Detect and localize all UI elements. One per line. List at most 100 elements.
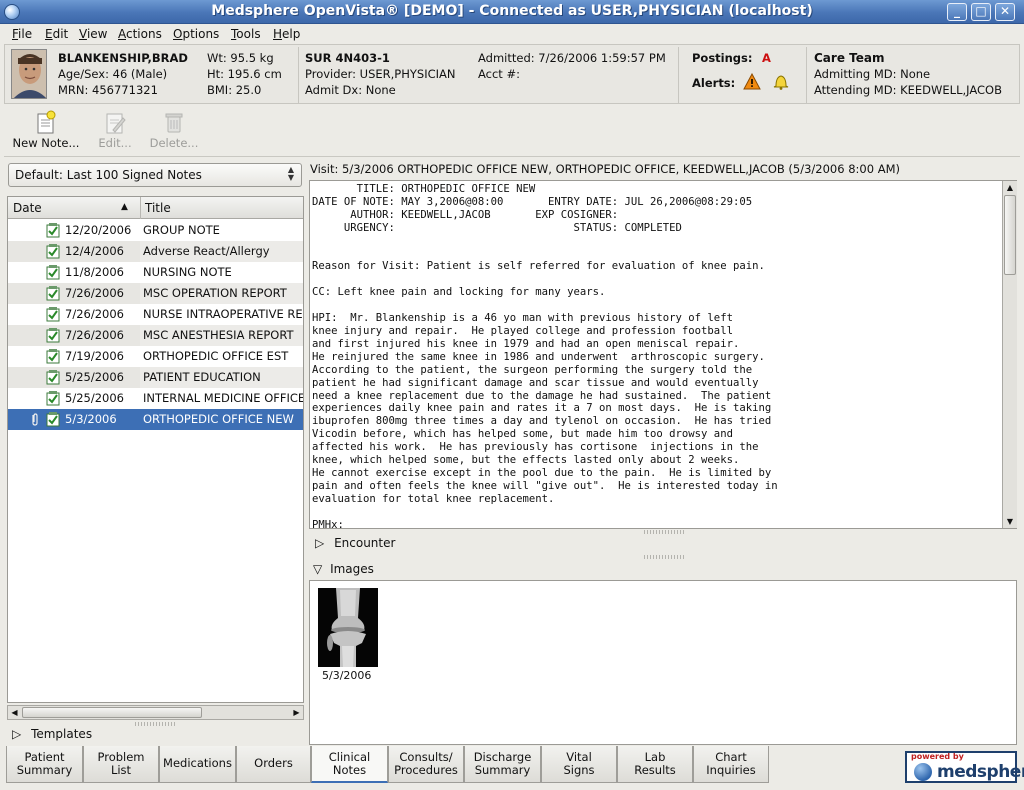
note-text-area[interactable]: TITLE: ORTHOPEDIC OFFICE NEW DATE OF NOT… <box>309 180 1017 529</box>
column-header-title[interactable]: Title <box>145 201 171 215</box>
tab-lab-results[interactable]: Lab Results <box>617 746 693 783</box>
note-title: ORTHOPEDIC OFFICE NEW <box>143 412 294 426</box>
notes-list-header: Date ▲ Title <box>8 197 303 219</box>
menu-help[interactable]: Help <box>273 27 300 41</box>
note-vertical-scrollbar[interactable]: ▲ ▼ <box>1002 181 1017 528</box>
new-note-button[interactable]: New Note... <box>12 110 80 150</box>
note-title: NURSE INTRAOPERATIVE REPORT <box>143 307 303 321</box>
menu-view[interactable]: View <box>79 27 107 41</box>
note-row[interactable]: 5/25/2006 INTERNAL MEDICINE OFFICE NOTE <box>8 388 303 409</box>
menu-file[interactable]: File <box>12 27 32 41</box>
patient-location: SUR 4N403-1 <box>305 51 390 65</box>
images-panel: 5/3/2006 <box>309 580 1017 745</box>
note-date: 11/8/2006 <box>65 265 124 279</box>
signed-note-icon <box>46 412 60 427</box>
signed-note-icon <box>46 286 60 301</box>
signed-note-icon <box>46 244 60 259</box>
note-date: 7/26/2006 <box>65 307 124 321</box>
knee-xray-thumbnail[interactable] <box>318 588 378 667</box>
sort-ascending-icon: ▲ <box>121 202 128 212</box>
minimize-button[interactable]: _ <box>947 3 967 21</box>
pane-resize-grip[interactable] <box>135 722 175 726</box>
edit-note-button[interactable]: Edit... <box>92 110 138 150</box>
note-row[interactable]: 7/26/2006 MSC ANESTHESIA REPORT <box>8 325 303 346</box>
edit-note-label: Edit... <box>98 136 132 150</box>
admitting-md: Admitting MD: None <box>814 67 931 81</box>
header-divider <box>298 47 299 103</box>
notes-rows: 12/20/2006 GROUP NOTE 12/4/2006 Adverse Rea… <box>8 220 303 450</box>
note-body[interactable]: TITLE: ORTHOPEDIC OFFICE NEW DATE OF NOT… <box>312 183 998 528</box>
powered-by-text: powered by <box>911 752 964 761</box>
note-row[interactable]: 7/26/2006 NURSE INTRAOPERATIVE REPORT <box>8 304 303 325</box>
note-row[interactable]: 7/26/2006 MSC OPERATION REPORT <box>8 283 303 304</box>
maximize-button[interactable]: □ <box>971 3 991 21</box>
image-date-caption: 5/3/2006 <box>322 669 372 682</box>
tab-problem-list[interactable]: Problem List <box>83 746 159 783</box>
column-divider[interactable] <box>140 197 141 219</box>
delete-note-label: Delete... <box>149 136 199 150</box>
notes-filter-value: Default: Last 100 Signed Notes <box>15 168 202 182</box>
note-title: PATIENT EDUCATION <box>143 370 261 384</box>
tab-medications[interactable]: Medications <box>159 746 236 783</box>
tab-chart-inquiries[interactable]: Chart Inquiries <box>693 746 769 783</box>
scroll-thumb[interactable] <box>1004 195 1016 275</box>
menu-actions[interactable]: Actions <box>118 27 162 41</box>
signed-note-icon <box>46 307 60 322</box>
note-date: 12/4/2006 <box>65 244 124 258</box>
tab-consults-procedures[interactable]: Consults/ Procedures <box>388 746 464 783</box>
encounter-expander[interactable]: ▷ Encounter <box>315 536 395 550</box>
close-button[interactable]: ✕ <box>995 3 1015 21</box>
tab-discharge-summary[interactable]: Discharge Summary <box>464 746 541 783</box>
tab-clinical-notes[interactable]: Clinical Notes <box>311 746 388 783</box>
signed-note-icon <box>46 328 60 343</box>
images-expander[interactable]: ▽ Images <box>313 562 374 576</box>
scroll-right-icon[interactable]: ▶ <box>290 706 303 719</box>
tab-patient-summary[interactable]: Patient Summary <box>6 746 83 783</box>
edit-note-icon <box>104 110 126 134</box>
note-row[interactable]: 5/3/2006 ORTHOPEDIC OFFICE NEW <box>8 409 303 430</box>
notes-toolbar: New Note... Edit... Delete... <box>4 106 1020 156</box>
note-title: GROUP NOTE <box>143 223 220 237</box>
note-row[interactable]: 7/19/2006 ORTHOPEDIC OFFICE EST <box>8 346 303 367</box>
notes-list-horizontal-scrollbar[interactable]: ◀ ▶ <box>7 705 304 720</box>
postings-label[interactable]: Postings: <box>692 51 752 65</box>
column-header-date[interactable]: Date <box>13 201 42 215</box>
note-title: MSC ANESTHESIA REPORT <box>143 328 294 342</box>
expander-collapsed-icon: ▷ <box>12 727 22 741</box>
menu-tools[interactable]: Tools <box>231 27 261 41</box>
postings-flag[interactable]: A <box>762 51 771 65</box>
note-row[interactable]: 5/25/2006 PATIENT EDUCATION <box>8 367 303 388</box>
patient-provider: Provider: USER,PHYSICIAN <box>305 67 456 81</box>
patient-age-sex: Age/Sex: 46 (Male) <box>58 67 168 81</box>
toolbar-divider <box>4 156 1020 157</box>
notes-list[interactable]: Date ▲ Title 12/20/2006 GROUP NOTE 12/4/20… <box>7 196 304 703</box>
scroll-down-icon[interactable]: ▼ <box>1003 515 1017 528</box>
tab-vital-signs[interactable]: Vital Signs <box>541 746 617 783</box>
new-note-icon <box>35 110 57 134</box>
note-row[interactable]: 12/4/2006 Adverse React/Allergy <box>8 241 303 262</box>
window-titlebar: Medsphere OpenVista® [DEMO] - Connected … <box>0 0 1024 24</box>
scroll-thumb[interactable] <box>22 707 202 718</box>
note-row[interactable]: 12/20/2006 GROUP NOTE <box>8 220 303 241</box>
note-row[interactable]: 11/8/2006 NURSING NOTE <box>8 262 303 283</box>
notes-filter-select[interactable]: Default: Last 100 Signed Notes ▲ ▼ <box>8 163 302 187</box>
bell-icon[interactable] <box>772 73 790 93</box>
menu-options[interactable]: Options <box>173 27 219 41</box>
menu-edit[interactable]: Edit <box>45 27 68 41</box>
scroll-left-icon[interactable]: ◀ <box>8 706 21 719</box>
templates-expander[interactable]: ▷ Templates <box>12 727 92 741</box>
expander-expanded-icon: ▽ <box>313 562 323 576</box>
scroll-up-icon[interactable]: ▲ <box>1003 181 1017 194</box>
delete-note-button[interactable]: Delete... <box>146 110 202 150</box>
warning-icon[interactable] <box>743 72 761 93</box>
note-title: ORTHOPEDIC OFFICE EST <box>143 349 289 363</box>
pane-resize-grip[interactable] <box>644 555 684 559</box>
paperclip-icon <box>30 412 40 430</box>
pane-resize-grip[interactable] <box>644 530 684 534</box>
images-label: Images <box>330 562 374 576</box>
attending-md: Attending MD: KEEDWELL,JACOB <box>814 83 1002 97</box>
menu-bar: File Edit View Actions Options Tools Hel… <box>0 24 1024 44</box>
templates-label: Templates <box>31 727 93 741</box>
expander-collapsed-icon: ▷ <box>315 536 325 550</box>
tab-orders[interactable]: Orders <box>236 746 311 783</box>
